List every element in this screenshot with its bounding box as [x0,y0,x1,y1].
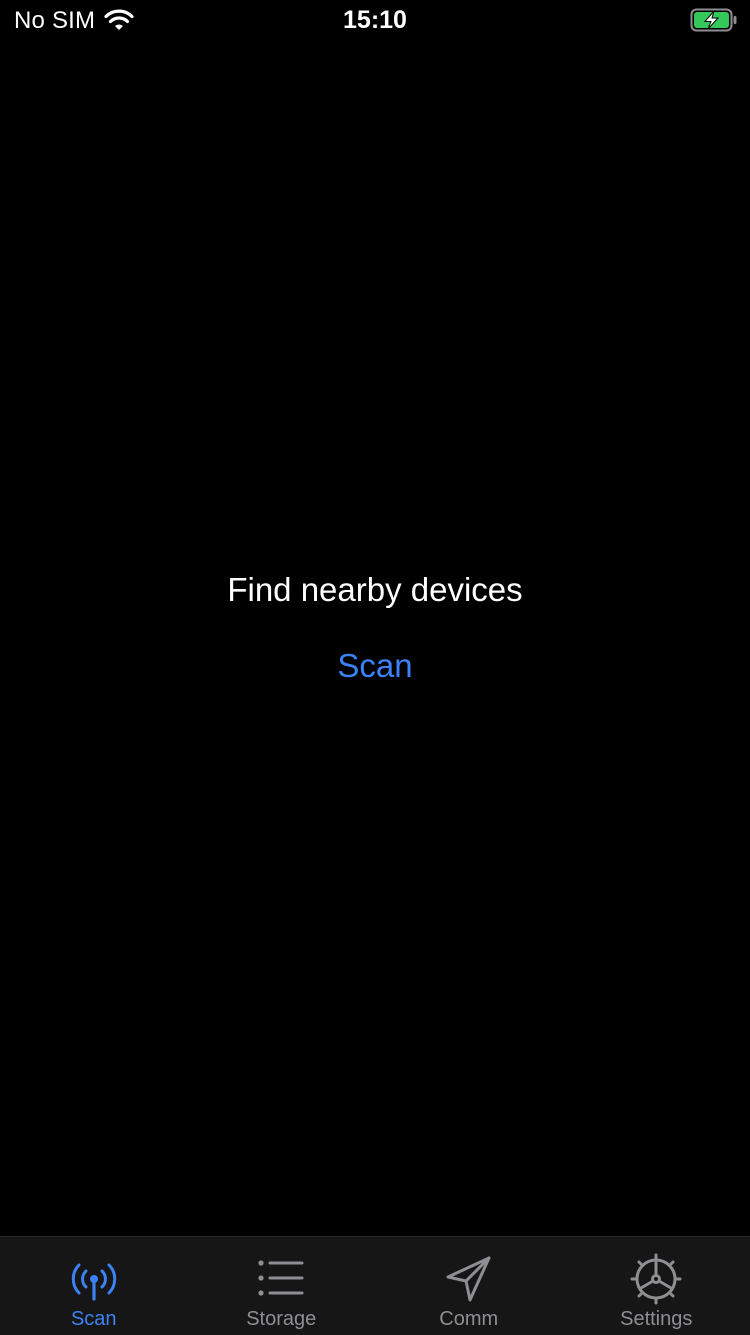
tab-label: Settings [563,1308,750,1331]
battery-charging-icon [690,8,738,32]
tab-settings[interactable]: Settings [563,1237,750,1335]
list-icon [255,1253,307,1305]
tab-storage[interactable]: Storage [188,1237,376,1335]
status-bar: No SIM 15:10 [0,0,750,40]
tab-comm[interactable]: Comm [375,1237,563,1335]
empty-state: Find nearby devices Scan [0,568,750,688]
paper-plane-icon [443,1253,495,1305]
gear-icon [630,1253,682,1305]
find-devices-prompt: Find nearby devices [0,568,750,612]
scan-button[interactable]: Scan [329,644,420,688]
clock: 15:10 [0,6,750,35]
antenna-icon [68,1253,120,1305]
tab-scan[interactable]: Scan [0,1237,188,1335]
tab-label: Scan [0,1308,188,1331]
tab-bar: Scan Storage Comm [0,1236,750,1335]
tab-label: Comm [375,1308,563,1331]
tab-label: Storage [188,1308,376,1331]
